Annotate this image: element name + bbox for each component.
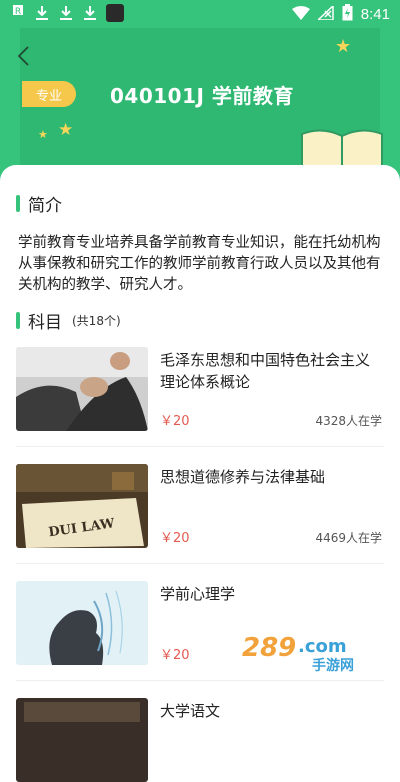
clock-time: 8:41 bbox=[360, 6, 390, 23]
page-title: 040101J 学前教育 bbox=[110, 84, 294, 108]
intro-text: 学前教育专业培养具备学前教育专业知识，能在托幼机构从事保教和研究工作的教师学前教… bbox=[18, 235, 381, 293]
battery-icon bbox=[342, 4, 353, 25]
notification-icon: R bbox=[10, 4, 26, 22]
intro-heading: 简介 bbox=[28, 196, 62, 216]
section-marker bbox=[16, 312, 20, 329]
no-signal-icon bbox=[315, 3, 334, 24]
download-icon bbox=[34, 4, 50, 22]
course-price: ￥20 bbox=[160, 531, 190, 546]
back-button[interactable] bbox=[12, 42, 36, 70]
learner-count: 4328人在学 bbox=[315, 414, 382, 428]
star-icon: ★ bbox=[335, 36, 352, 57]
learner-count: 4469人在学 bbox=[315, 531, 382, 545]
course-price: ￥20 bbox=[160, 414, 190, 429]
download-icon bbox=[82, 4, 98, 22]
course-thumbnail: DUI LAW bbox=[16, 464, 148, 548]
subjects-section-header: 科目 (共18个) bbox=[16, 308, 121, 333]
app-notification-icon bbox=[106, 4, 124, 22]
watermark-logo: 289 .com 手游网 bbox=[242, 633, 354, 672]
divider bbox=[16, 563, 384, 564]
star-icon: ★ bbox=[58, 120, 74, 140]
svg-text:289: 289 bbox=[242, 633, 296, 663]
major-tag: 专业 bbox=[22, 81, 76, 107]
course-item[interactable]: 毛泽东思想和中国特色社会主义理论体系概论 ￥20 4328人在学 bbox=[16, 347, 384, 431]
course-title: 思想道德修养与法律基础 bbox=[160, 468, 326, 486]
course-item[interactable]: DUI LAW 思想道德修养与法律基础 ￥20 4469人在学 bbox=[16, 464, 384, 548]
wifi-icon bbox=[291, 5, 310, 24]
course-title: 大学语文 bbox=[160, 702, 221, 720]
course-thumbnail bbox=[16, 347, 148, 431]
svg-text:手游网: 手游网 bbox=[312, 657, 354, 672]
star-icon: ★ bbox=[38, 128, 48, 141]
subjects-heading: 科目 bbox=[28, 313, 62, 333]
svg-text:R: R bbox=[15, 7, 21, 17]
download-icon bbox=[58, 4, 74, 22]
course-price: ￥20 bbox=[160, 648, 190, 663]
content-panel: 简介 学前教育专业培养具备学前教育专业知识，能在托幼机构从事保教和研究工作的教师… bbox=[0, 165, 400, 782]
subjects-count: (共18个) bbox=[72, 314, 121, 328]
course-title: 学前心理学 bbox=[160, 585, 236, 603]
section-marker bbox=[16, 195, 20, 212]
intro-section-header: 简介 bbox=[16, 191, 62, 216]
course-thumbnail bbox=[16, 581, 148, 665]
divider bbox=[16, 446, 384, 447]
back-arrow-icon bbox=[17, 46, 29, 66]
svg-text:.com: .com bbox=[298, 636, 347, 657]
course-title: 毛泽东思想和中国特色社会主义理论体系概论 bbox=[160, 351, 371, 391]
status-bar: R 8:41 bbox=[0, 0, 400, 28]
divider bbox=[16, 680, 384, 681]
